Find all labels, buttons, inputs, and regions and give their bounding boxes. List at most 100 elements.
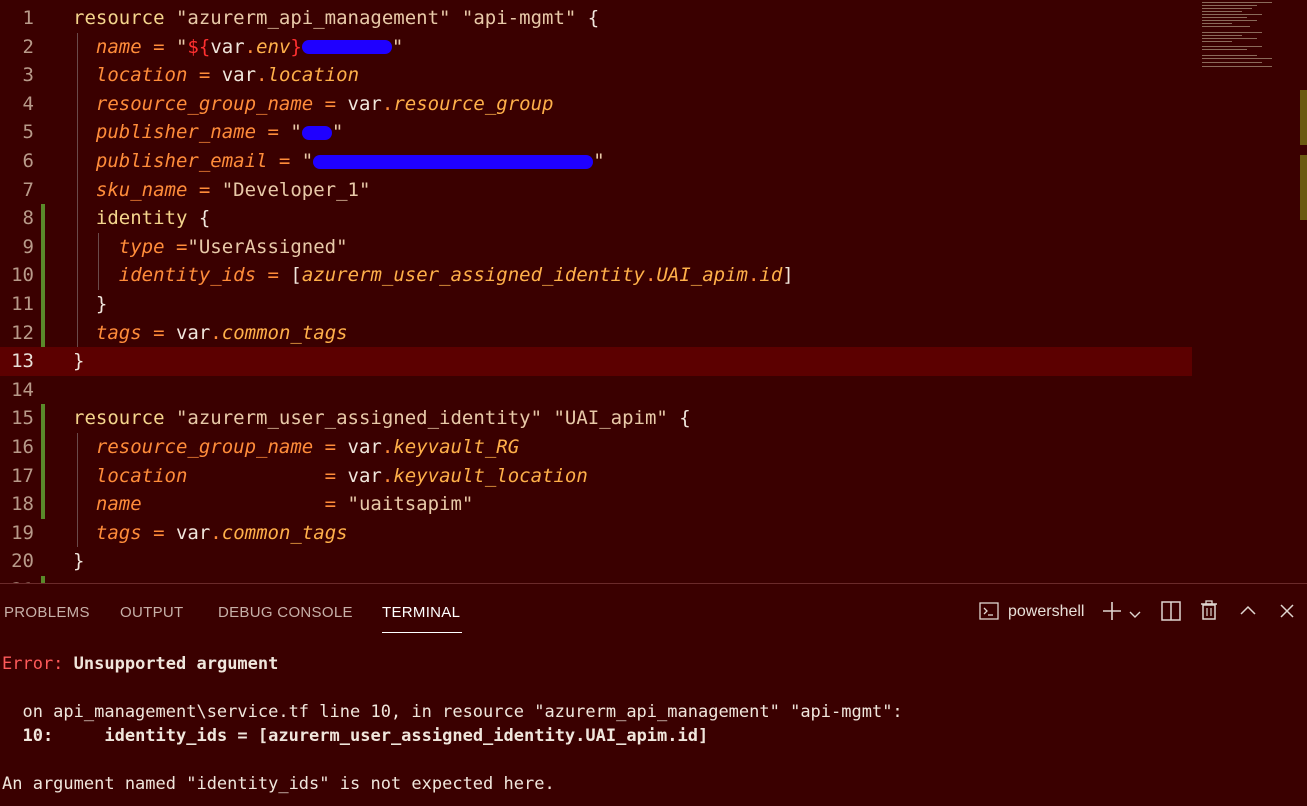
code-token: var <box>221 64 257 87</box>
indent-guide <box>77 433 78 548</box>
add-terminal-icon[interactable] <box>1101 600 1123 628</box>
code-line[interactable]: 5 publisher_name = " " <box>0 118 1192 147</box>
code-token: . <box>381 464 394 487</box>
code-token: = <box>267 150 302 172</box>
minimap-line <box>1202 32 1262 33</box>
maximize-panel-icon[interactable] <box>1238 601 1258 627</box>
code-token: " <box>290 121 302 144</box>
active-tab-indicator <box>382 632 462 633</box>
code-line[interactable]: 15 resource "azurerm_user_assigned_identi… <box>0 404 1192 433</box>
line-number: 17 <box>11 464 34 487</box>
line-number: 14 <box>11 378 34 401</box>
code-line[interactable]: 4 resource_group_name = var.resource_gro… <box>0 90 1192 119</box>
code-token: ${ <box>187 35 211 58</box>
redaction-scribble <box>301 125 332 140</box>
tab-problems[interactable]: PROBLEMS <box>4 604 90 621</box>
close-panel-icon[interactable] <box>1277 601 1297 627</box>
minimap-line <box>1202 14 1262 15</box>
line-number: 21 <box>0 576 34 583</box>
code-token: " <box>301 150 314 172</box>
code-text: type ="UserAssigned" <box>73 233 348 262</box>
code-line-number: 10: <box>2 726 54 746</box>
code-line[interactable]: 20} <box>0 547 1192 576</box>
code-token: } <box>73 350 85 373</box>
code-editor[interactable]: 1 resource "azurerm_api_management" "api-… <box>0 0 1307 583</box>
code-line[interactable]: 3 location = var.location <box>0 61 1192 90</box>
code-line[interactable]: 8 identity { <box>0 204 1192 233</box>
code-token: [ <box>290 264 302 287</box>
code-token: var <box>347 92 382 115</box>
code-line[interactable]: 9 type ="UserAssigned" <box>0 233 1192 262</box>
terminal-location-line: on api_management\service.tf line 10, in… <box>2 702 903 722</box>
code-line[interactable]: 14 <box>0 376 1192 405</box>
code-token: var <box>175 521 211 544</box>
code-token: = <box>313 92 348 115</box>
code-token: " <box>593 150 605 172</box>
code-line[interactable]: 2 name = "${var.env} " <box>0 33 1192 62</box>
minimap-line <box>1202 35 1242 36</box>
redaction-scribble <box>301 40 392 55</box>
code-line[interactable]: 10 identity_ids = [azurerm_user_assigned… <box>0 261 1192 290</box>
code-text: sku_name = "Developer_1" <box>73 176 371 205</box>
line-number: 5 <box>22 121 34 144</box>
line-number: 9 <box>22 235 34 258</box>
code-token: "azurerm_user_assigned_identity" "UAI_ap… <box>164 407 680 430</box>
tab-terminal[interactable]: TERMINAL <box>382 604 460 621</box>
code-token: . <box>381 436 394 458</box>
line-number: 15 <box>11 407 34 430</box>
code-line[interactable]: 7 sku_name = "Developer_1" <box>0 176 1192 205</box>
code-token: { <box>679 407 691 430</box>
code-token: publisher_name <box>73 121 257 144</box>
chevron-down-icon[interactable] <box>1128 604 1142 627</box>
code-token: "uaitsapim" <box>347 493 474 516</box>
line-number: 1 <box>22 7 34 29</box>
minimap-line <box>1202 17 1247 18</box>
minimap-line <box>1202 66 1272 67</box>
minimap-line <box>1202 55 1257 56</box>
code-token: " <box>391 35 404 58</box>
code-line[interactable]: 6 publisher_email = " " <box>0 147 1192 176</box>
code-text: name = "${var.env} " <box>73 33 403 62</box>
code-text: identity { <box>73 204 210 233</box>
code-token: var <box>210 35 245 58</box>
code-line[interactable]: 12 tags = var.common_tags <box>0 319 1192 348</box>
line-number: 18 <box>11 493 34 516</box>
minimap[interactable] <box>1194 0 1294 80</box>
code-token: = <box>141 321 176 344</box>
code-token: ] <box>782 264 794 287</box>
scrollbar-change-marker <box>1300 90 1307 145</box>
code-text: resource_group_name = var.resource_group <box>73 90 554 119</box>
code-token: location <box>73 464 188 487</box>
split-terminal-icon[interactable] <box>1160 600 1182 628</box>
minimap-line <box>1202 41 1232 42</box>
code-token: resource_group_name <box>73 92 314 115</box>
code-token: . <box>747 264 760 287</box>
code-token: "UserAssigned" <box>187 235 348 258</box>
minimap-line <box>1202 49 1247 50</box>
terminal-shell-selector[interactable]: powershell <box>1008 603 1084 621</box>
code-line[interactable]: 16 resource_group_name = var.keyvault_RG <box>0 433 1192 462</box>
error-title: Unsupported argument <box>73 654 279 674</box>
tab-output[interactable]: OUTPUT <box>120 604 183 621</box>
code-line[interactable]: 18 name = "uaitsapim" <box>0 490 1192 519</box>
code-token: } <box>290 35 302 58</box>
code-line[interactable]: 1 resource "azurerm_api_management" "api-… <box>0 4 1192 33</box>
code-token: "Developer_1" <box>221 178 371 201</box>
code-token: UAI_apim <box>656 264 748 287</box>
minimap-line <box>1202 23 1232 24</box>
code-token: var <box>175 321 211 344</box>
code-line[interactable]: 13} <box>0 347 1192 376</box>
code-token: resource <box>73 407 165 430</box>
code-line[interactable]: 19 tags = var.common_tags <box>0 519 1192 548</box>
indent-guide <box>77 32 78 348</box>
editor-scrollbar[interactable] <box>1300 0 1307 583</box>
code-line[interactable]: 11 } <box>0 290 1192 319</box>
code-token: . <box>210 321 222 344</box>
code-token: = <box>141 521 176 544</box>
code-line[interactable]: 17 location = var.keyvault_location <box>0 462 1192 491</box>
code-text: } <box>73 347 84 376</box>
terminal-message: An argument named "identity_ids" is not … <box>2 774 555 794</box>
code-line[interactable]: 21 <box>0 576 1192 583</box>
trash-icon[interactable] <box>1198 599 1220 627</box>
tab-debug-console[interactable]: DEBUG CONSOLE <box>218 604 353 621</box>
